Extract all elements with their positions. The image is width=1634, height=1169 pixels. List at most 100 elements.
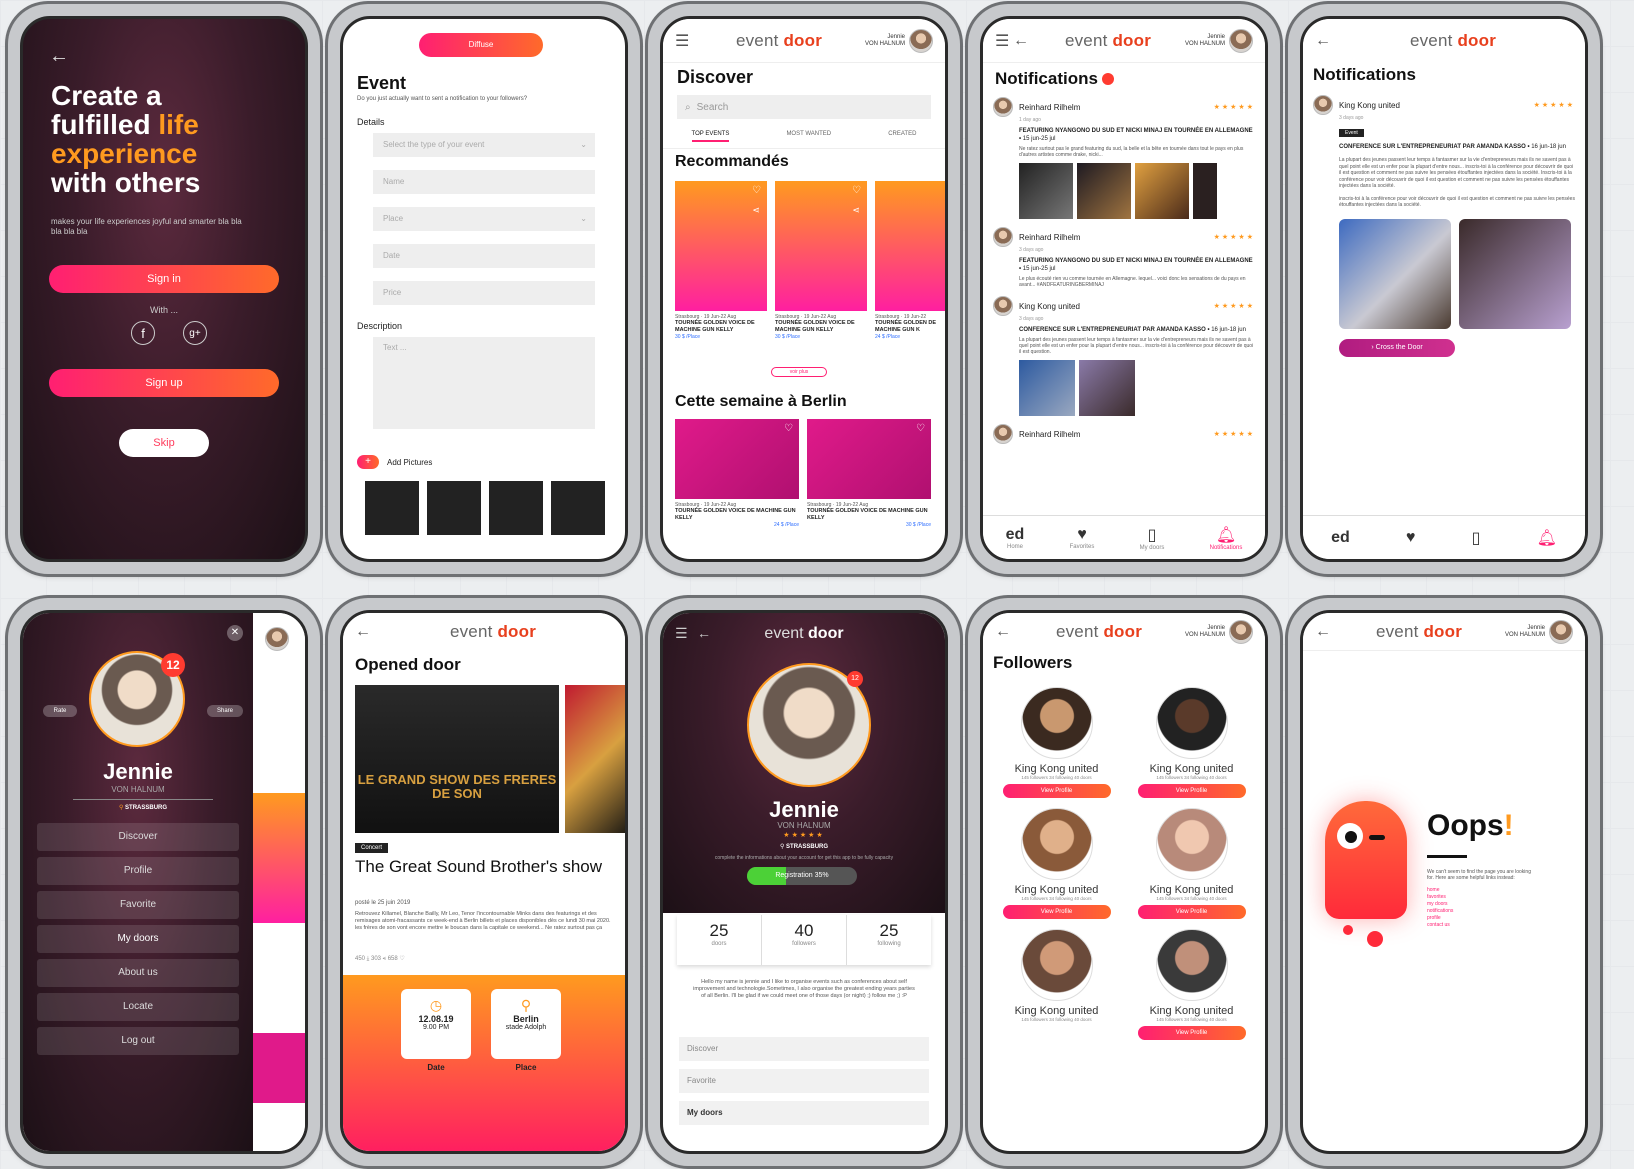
notification-item[interactable]: Reinhard Rilhelm ★★★★★ 1 day ago FEATURI… [993, 97, 1255, 219]
tab-top-events[interactable]: TOP EVENTS [691, 131, 730, 142]
link-notifications[interactable]: notifications [1427, 908, 1453, 915]
notification-item[interactable]: Reinhard Rilhelm ★★★★★ [993, 424, 1255, 444]
back-arrow-icon[interactable]: ← [995, 623, 1013, 641]
date-card[interactable]: ◷ 12.08.19 9.00 PM [401, 989, 471, 1059]
event-card[interactable]: ♡ Strasbourg · 19 Jun-22 Aug TOURNÉE GOL… [675, 419, 799, 528]
back-arrow-icon[interactable]: ← [1315, 623, 1333, 641]
picture-slot[interactable] [551, 481, 605, 535]
event-type-select[interactable]: Select the type of your event ⌄ [373, 133, 595, 157]
avatar[interactable] [1549, 619, 1573, 644]
search-input[interactable]: ⌕ Search [677, 95, 931, 119]
link-contact-us[interactable]: contact us [1427, 922, 1453, 929]
tab-home[interactable]: ed Home [1006, 526, 1025, 550]
heart-icon[interactable]: ♡ [916, 423, 925, 434]
picture-slot[interactable] [365, 481, 419, 535]
hamburger-menu-icon[interactable]: ☰ [995, 31, 1013, 51]
diffuse-button[interactable]: Diffuse [419, 33, 543, 57]
heart-icon[interactable]: ♡ [852, 185, 861, 196]
follower-card[interactable]: King Kong united 145 followers 34 followi… [1124, 808, 1259, 919]
notification-item[interactable]: King Kong united ★★★★★ 3 days ago CONFER… [993, 296, 1255, 416]
sign-in-button[interactable]: Sign in [49, 265, 279, 293]
follower-card[interactable]: King Kong united 145 followers 34 followi… [989, 808, 1124, 919]
hamburger-menu-icon[interactable]: ☰ [675, 31, 693, 51]
stat-followers[interactable]: 40 followers [762, 915, 847, 965]
tab-favorites[interactable]: ♥ Favorites [1070, 526, 1095, 550]
tab-created[interactable]: CREATED [888, 131, 916, 142]
follower-card[interactable]: King Kong united 145 followers 34 followi… [989, 687, 1124, 798]
google-plus-icon[interactable]: g+ [183, 321, 207, 345]
rate-button[interactable]: Rate [43, 705, 77, 717]
skip-button[interactable]: Skip [119, 429, 209, 457]
view-profile-button[interactable]: View Profile [1137, 784, 1246, 798]
event-photo[interactable] [1193, 163, 1217, 219]
event-card[interactable]: ♡ ⋖ Strasbourg · 19 Jun-22 Aug TOURNÉE GO… [675, 181, 767, 340]
place-field[interactable]: Place ⌄ [373, 207, 595, 231]
event-card[interactable]: ♡ Strasbourg · 19 Jun-22 Aug TOURNÉE GOL… [807, 419, 931, 528]
follower-card[interactable]: King Kong united 145 followers 34 followi… [989, 929, 1124, 1040]
event-photo[interactable] [1077, 163, 1131, 219]
stat-following[interactable]: 25 following [847, 915, 931, 965]
facebook-icon[interactable]: f [131, 321, 155, 345]
follower-card[interactable]: King Kong united 145 followers 34 followi… [1124, 687, 1259, 798]
tab-most-wanted[interactable]: MOST WANTED [786, 131, 831, 142]
event-card[interactable]: Strasbourg · 19 Jun-22 TOURNÉE GOLDEN DE… [875, 181, 945, 340]
event-photo[interactable] [1459, 218, 1571, 329]
follower-card[interactable]: King Kong united 145 followers 34 followi… [1124, 929, 1259, 1040]
heart-icon[interactable]: ♡ [784, 423, 793, 434]
event-card[interactable]: ♡ ⋖ Strasbourg · 19 Jun-22 Aug TOURNÉE GO… [775, 181, 867, 340]
event-photo[interactable] [1135, 163, 1189, 219]
tab-my-doors[interactable]: ▯ My doors [1140, 525, 1165, 551]
see-more-button[interactable]: voir plus [771, 367, 827, 377]
share-button[interactable]: Share [207, 705, 243, 717]
description-textarea[interactable]: Text ... [373, 337, 595, 429]
view-profile-button[interactable]: View Profile [1002, 784, 1111, 798]
view-profile-button[interactable]: View Profile [1002, 905, 1111, 919]
event-photo[interactable] [1079, 360, 1135, 416]
picture-slot[interactable] [427, 481, 481, 535]
add-pictures-button[interactable]: + Add Pictures [357, 455, 432, 469]
tab-favorites[interactable]: ♥ [1406, 529, 1416, 547]
menu-item-log-out[interactable]: Log out [37, 1027, 239, 1055]
share-icon[interactable]: ⋖ [852, 205, 860, 216]
menu-item-locate[interactable]: Locate [37, 993, 239, 1021]
menu-item-favorite[interactable]: Favorite [679, 1069, 929, 1093]
heart-icon[interactable]: ♡ [752, 185, 761, 196]
picture-slot[interactable] [489, 481, 543, 535]
menu-item-profile[interactable]: Profile [37, 857, 239, 885]
cross-the-door-button[interactable]: › Cross the Door [1339, 338, 1455, 357]
tab-notifications[interactable]: 🔔︎ [1537, 528, 1557, 548]
menu-item-favorite[interactable]: Favorite [37, 891, 239, 919]
menu-item-discover[interactable]: Discover [37, 823, 239, 851]
view-profile-button[interactable]: View Profile [1137, 905, 1246, 919]
event-poster-next[interactable] [565, 685, 625, 833]
back-arrow-icon[interactable]: ← [355, 623, 373, 641]
event-photo[interactable] [1339, 218, 1451, 329]
notification-item[interactable]: Reinhard Rilhelm ★★★★★ 3 days ago FEATUR… [993, 227, 1255, 288]
place-card[interactable]: ⚲ Berlin stade Adolph [491, 989, 561, 1059]
back-arrow-icon[interactable]: ← [1315, 32, 1333, 50]
avatar[interactable] [909, 28, 933, 53]
share-icon[interactable]: ⋖ [752, 205, 760, 216]
event-poster[interactable]: LE GRAND SHOW DES FRERES DE SON [355, 685, 559, 833]
sign-up-button[interactable]: Sign up [49, 369, 279, 397]
link-profile[interactable]: profile [1427, 915, 1453, 922]
tab-my-doors[interactable]: ▯ [1472, 528, 1481, 548]
avatar[interactable] [1229, 28, 1253, 53]
menu-item-about-us[interactable]: About us [37, 959, 239, 987]
link-home[interactable]: home [1427, 887, 1453, 894]
tab-notifications[interactable]: 🔔︎ Notifications [1210, 525, 1243, 551]
name-field[interactable]: Name [373, 170, 595, 194]
date-field[interactable]: Date [373, 244, 595, 268]
close-icon[interactable]: ✕ [227, 625, 243, 641]
menu-item-discover[interactable]: Discover [679, 1037, 929, 1061]
event-photo[interactable] [1019, 360, 1075, 416]
price-field[interactable]: Price [373, 281, 595, 305]
menu-item-my-doors[interactable]: My doors [37, 925, 239, 953]
tab-home[interactable]: ed [1331, 529, 1350, 547]
avatar[interactable] [1229, 620, 1253, 644]
view-profile-button[interactable]: View Profile [1137, 1026, 1246, 1040]
menu-item-my-doors[interactable]: My doors [679, 1101, 929, 1125]
back-arrow-icon[interactable]: ← [1013, 32, 1031, 50]
stat-doors[interactable]: 25 doors [677, 915, 762, 965]
link-my-doors[interactable]: my doors [1427, 901, 1453, 908]
